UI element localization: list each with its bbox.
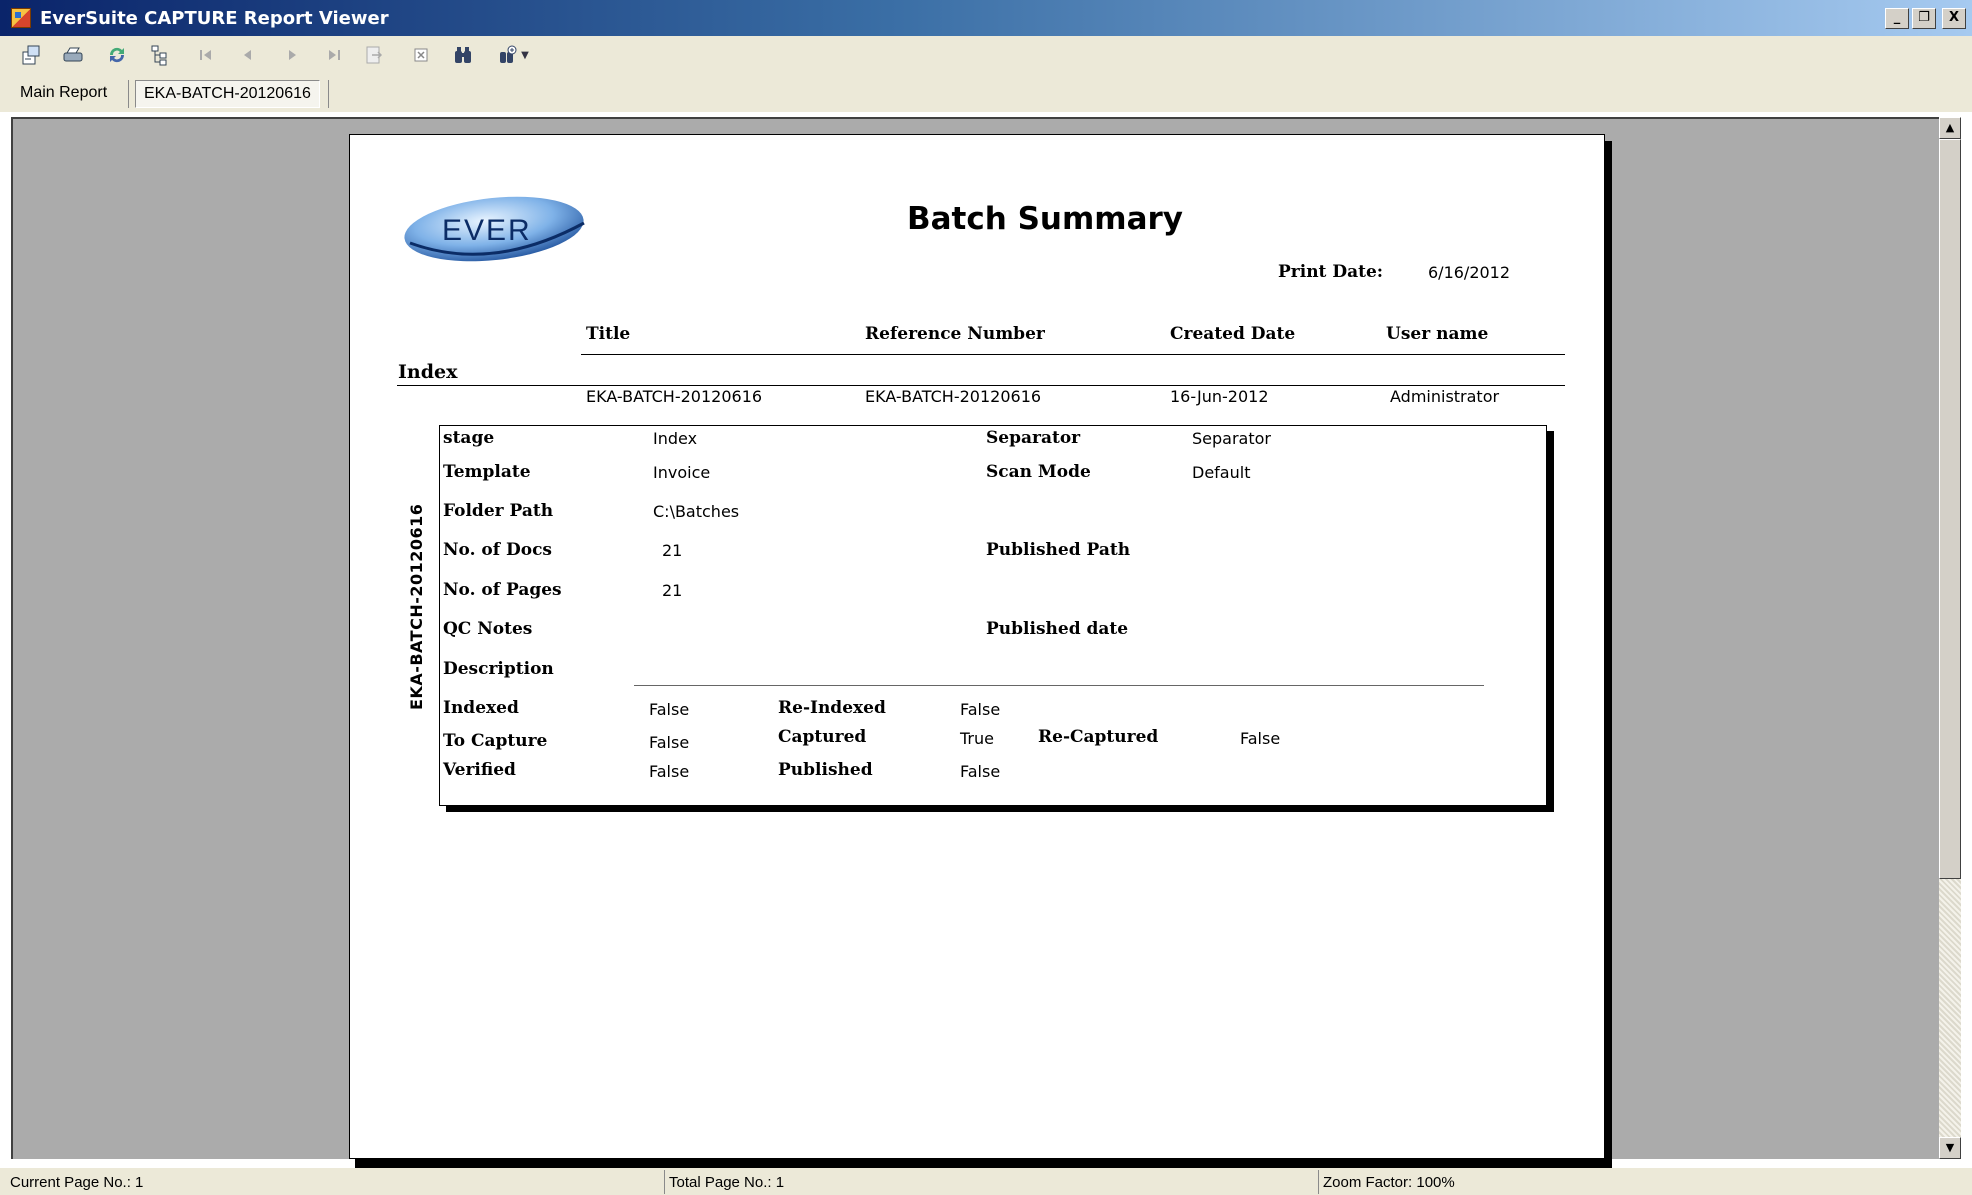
- scan-mode-label: Scan Mode: [986, 462, 1091, 482]
- scroll-down-button[interactable]: ▼: [1939, 1137, 1961, 1159]
- tab-bar: Main Report EKA-BATCH-20120616: [0, 74, 1972, 112]
- captured-label: Captured: [778, 727, 867, 747]
- tab-separator: [128, 80, 129, 108]
- folder-path-label: Folder Path: [443, 501, 554, 521]
- close-view-icon[interactable]: [408, 43, 434, 67]
- zoom-factor-status: Zoom Factor: 100%: [1323, 1174, 1455, 1191]
- column-header-title: Title: [586, 324, 631, 344]
- last-page-icon[interactable]: [321, 43, 347, 67]
- previous-page-icon[interactable]: [235, 43, 261, 67]
- re-captured-value: False: [1240, 729, 1281, 748]
- separator-value: Separator: [1192, 429, 1271, 448]
- qc-notes-label: QC Notes: [443, 619, 533, 639]
- description-label: Description: [443, 659, 554, 679]
- zoom-dropdown-arrow-icon[interactable]: ▼: [521, 50, 529, 61]
- published-path-label: Published Path: [986, 540, 1131, 560]
- title-bar: EverSuite CAPTURE Report Viewer _ ❐ X: [0, 0, 1972, 36]
- no-of-docs-label: No. of Docs: [443, 540, 552, 560]
- verified-value: False: [649, 762, 690, 781]
- row-title: EKA-BATCH-20120616: [586, 387, 763, 406]
- re-indexed-label: Re-Indexed: [778, 698, 886, 718]
- status-separator: [664, 1170, 665, 1194]
- scroll-thumb[interactable]: [1939, 139, 1961, 879]
- stage-label: stage: [443, 428, 495, 448]
- close-button[interactable]: X: [1942, 8, 1966, 29]
- published-date-label: Published date: [986, 619, 1129, 639]
- column-header-created-date: Created Date: [1170, 324, 1296, 344]
- first-page-icon[interactable]: [193, 43, 219, 67]
- re-captured-label: Re-Captured: [1038, 727, 1159, 747]
- logo-text: EVER: [442, 214, 532, 247]
- row-reference-number: EKA-BATCH-20120616: [865, 387, 1042, 406]
- report-page: EVER Batch Summary Print Date: 6/16/2012…: [349, 134, 1605, 1159]
- group-tree-icon[interactable]: [147, 43, 173, 67]
- indexed-value: False: [649, 700, 690, 719]
- window-title: EverSuite CAPTURE Report Viewer: [40, 8, 389, 29]
- current-page-status: Current Page No.: 1: [10, 1174, 144, 1191]
- group-label: Index: [398, 361, 458, 383]
- go-to-page-icon[interactable]: [361, 43, 387, 67]
- verified-label: Verified: [443, 760, 516, 780]
- column-header-user-name: User name: [1386, 324, 1489, 344]
- next-page-icon[interactable]: [279, 43, 305, 67]
- status-bar: Current Page No.: 1 Total Page No.: 1 Zo…: [0, 1168, 1972, 1195]
- tab-separator: [328, 80, 329, 108]
- minimize-button[interactable]: _: [1885, 8, 1909, 29]
- scroll-up-button[interactable]: ▲: [1939, 117, 1961, 139]
- separator-label: Separator: [986, 428, 1081, 448]
- no-of-docs-value: 21: [662, 541, 683, 560]
- status-separator: [1318, 1170, 1319, 1194]
- column-header-reference-number: Reference Number: [865, 324, 1045, 344]
- no-of-pages-label: No. of Pages: [443, 580, 562, 600]
- restore-button[interactable]: ❐: [1912, 8, 1936, 29]
- vertical-scrollbar[interactable]: ▲ ▼: [1939, 117, 1961, 1159]
- scan-mode-value: Default: [1192, 463, 1251, 482]
- group-rule: [397, 385, 1565, 386]
- batch-side-label: EKA-BATCH-20120616: [407, 503, 426, 710]
- template-label: Template: [443, 462, 531, 482]
- export-icon[interactable]: [18, 43, 44, 67]
- tab-batch-report[interactable]: EKA-BATCH-20120616: [135, 80, 320, 108]
- indexed-label: Indexed: [443, 698, 519, 718]
- re-indexed-value: False: [960, 700, 1001, 719]
- to-capture-label: To Capture: [443, 731, 548, 751]
- batch-detail-box: stage Index Template Invoice Folder Path…: [439, 425, 1547, 806]
- row-created-date: 16-Jun-2012: [1170, 387, 1269, 406]
- header-rule: [581, 354, 1565, 355]
- published-label: Published: [778, 760, 873, 780]
- app-icon: [11, 8, 31, 28]
- binoculars-icon[interactable]: [450, 43, 476, 67]
- tab-main-report[interactable]: Main Report: [12, 80, 115, 108]
- zoom-icon[interactable]: ▼: [493, 43, 533, 67]
- published-value: False: [960, 762, 1001, 781]
- row-user-name: Administrator: [1390, 387, 1500, 406]
- toolbar: ▼: [0, 36, 1972, 74]
- stage-value: Index: [653, 429, 698, 448]
- ever-logo: EVER: [404, 196, 585, 262]
- total-page-status: Total Page No.: 1: [669, 1174, 785, 1191]
- folder-path-value: C:\Batches: [653, 502, 740, 521]
- to-capture-value: False: [649, 733, 690, 752]
- print-icon[interactable]: [60, 43, 86, 67]
- report-title: Batch Summary: [907, 201, 1184, 237]
- print-date-label: Print Date:: [1278, 262, 1384, 282]
- no-of-pages-value: 21: [662, 581, 683, 600]
- flags-rule: [634, 685, 1484, 686]
- template-value: Invoice: [653, 463, 711, 482]
- refresh-icon[interactable]: [104, 43, 130, 67]
- captured-value: True: [960, 729, 994, 748]
- print-date-value: 6/16/2012: [1428, 263, 1511, 282]
- window-controls: _ ❐ X: [1885, 8, 1966, 29]
